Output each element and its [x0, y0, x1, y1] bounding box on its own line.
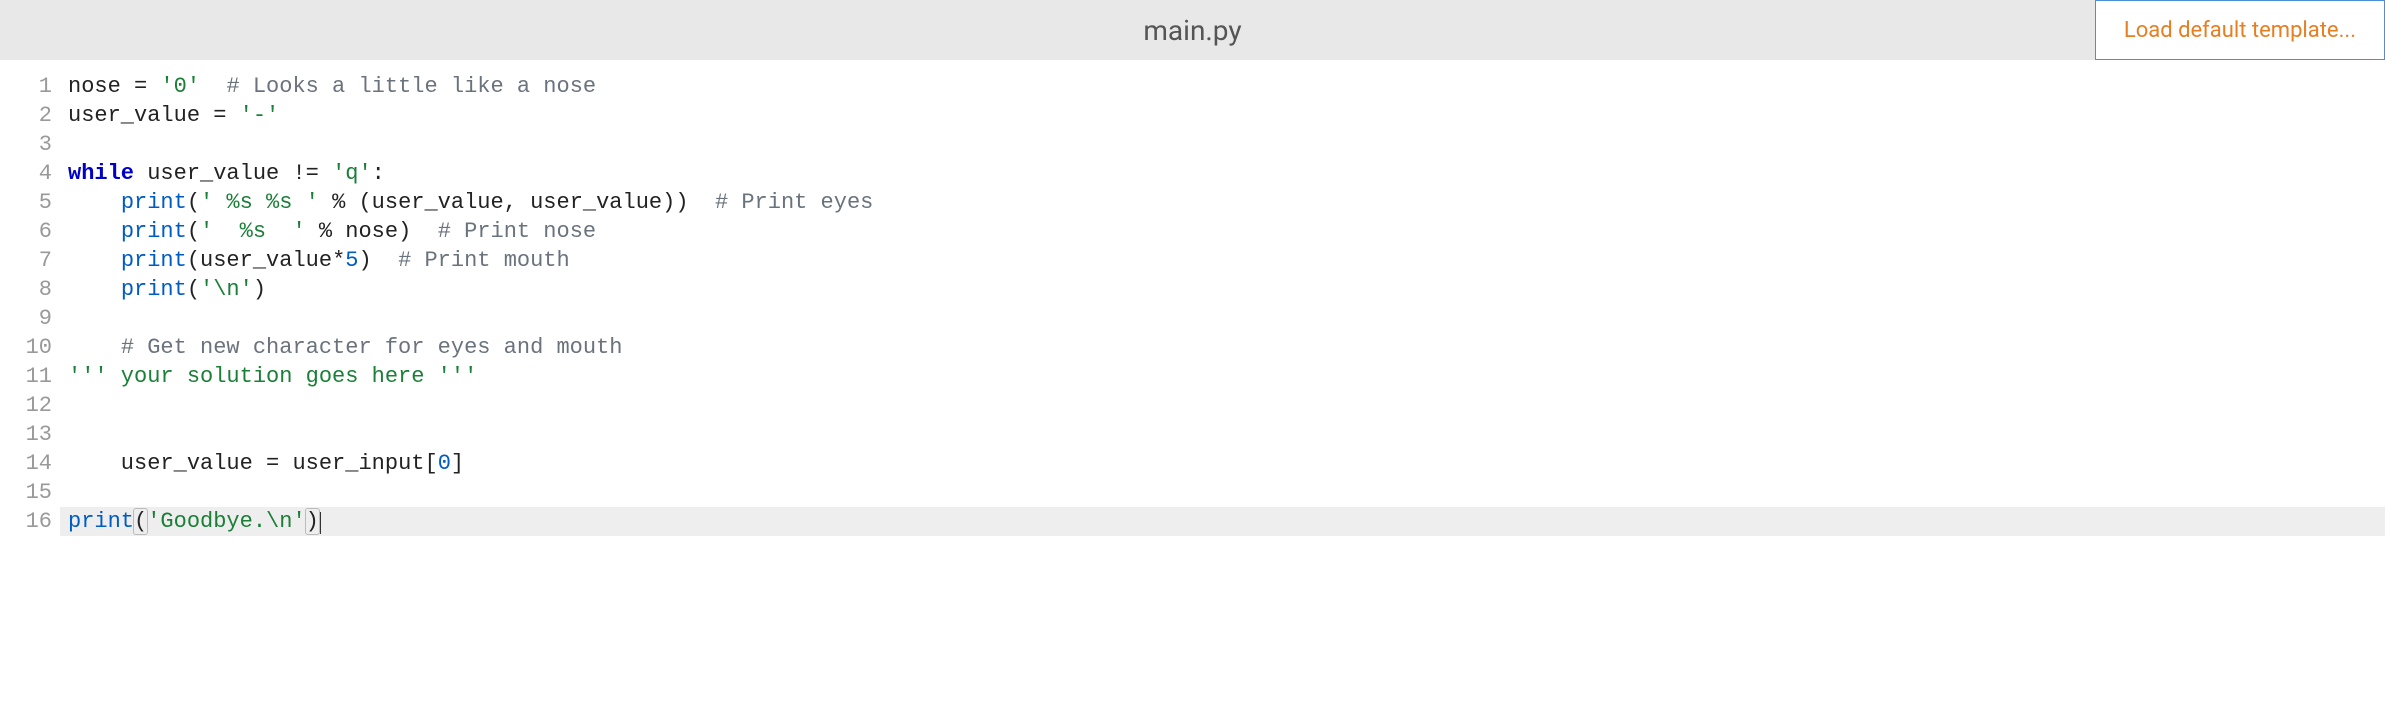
- line-number: 14: [0, 449, 52, 478]
- line-number: 10: [0, 333, 52, 362]
- line-number: 4: [0, 159, 52, 188]
- line-number: 8: [0, 275, 52, 304]
- line-number: 11: [0, 362, 52, 391]
- code-token: (user_value, user_value)): [345, 190, 715, 215]
- code-token: ): [358, 248, 398, 273]
- code-token: nose: [68, 74, 134, 99]
- line-number: 9: [0, 304, 52, 333]
- code-token: (: [187, 219, 200, 244]
- code-token: =: [134, 74, 160, 99]
- line-number: 15: [0, 478, 52, 507]
- code-token: ): [306, 509, 319, 534]
- code-token: nose): [332, 219, 438, 244]
- code-token: (: [134, 509, 147, 534]
- code-token: :: [372, 161, 385, 186]
- code-token: '\n': [200, 277, 253, 302]
- code-token: %: [332, 190, 345, 215]
- code-line[interactable]: [60, 130, 2385, 159]
- code-token: 'q': [332, 161, 372, 186]
- line-number: 1: [0, 72, 52, 101]
- line-number: 6: [0, 217, 52, 246]
- code-token: # Print eyes: [715, 190, 873, 215]
- code-token: # Looks a little like a nose: [226, 74, 596, 99]
- code-token: ): [253, 277, 266, 302]
- line-number: 16: [0, 507, 52, 536]
- line-number: 2: [0, 101, 52, 130]
- code-token: # Print nose: [438, 219, 596, 244]
- line-number: 5: [0, 188, 52, 217]
- code-token: 'Goodbye.\n': [147, 509, 305, 534]
- code-token: [68, 248, 121, 273]
- code-token: (user_value: [187, 248, 332, 273]
- line-number-gutter: 12345678910111213141516: [0, 72, 60, 536]
- code-line[interactable]: nose = '0' # Looks a little like a nose: [60, 72, 2385, 101]
- code-token: # Get new character for eyes and mouth: [121, 335, 623, 360]
- line-number: 13: [0, 420, 52, 449]
- code-token: [68, 190, 121, 215]
- code-line[interactable]: ''' your solution goes here ''': [60, 362, 2385, 391]
- editor-header: main.py Load default template...: [0, 0, 2385, 60]
- code-line[interactable]: [60, 391, 2385, 420]
- code-token: 5: [345, 248, 358, 273]
- load-default-template-button[interactable]: Load default template...: [2095, 0, 2385, 60]
- code-token: print: [121, 277, 187, 302]
- file-name-label: main.py: [1143, 14, 1241, 47]
- code-line[interactable]: [60, 420, 2385, 449]
- code-token: [68, 219, 121, 244]
- code-token: user_input[: [292, 451, 437, 476]
- code-token: ]: [451, 451, 464, 476]
- code-token: [68, 277, 121, 302]
- code-token: user_value: [68, 451, 266, 476]
- code-line[interactable]: print('\n'): [60, 275, 2385, 304]
- line-number: 12: [0, 391, 52, 420]
- code-token: (: [187, 277, 200, 302]
- line-number: 7: [0, 246, 52, 275]
- code-line[interactable]: user_value = '-': [60, 101, 2385, 130]
- code-token: !=: [292, 161, 332, 186]
- code-token: '0': [160, 74, 200, 99]
- code-token: %: [319, 219, 332, 244]
- code-line[interactable]: while user_value != 'q':: [60, 159, 2385, 188]
- code-line[interactable]: # Get new character for eyes and mouth: [60, 333, 2385, 362]
- code-token: ' %s %s ': [200, 190, 319, 215]
- code-token: *: [332, 248, 345, 273]
- code-line[interactable]: print(' %s %s ' % (user_value, user_valu…: [60, 188, 2385, 217]
- code-token: [200, 74, 226, 99]
- code-token: print: [68, 509, 134, 534]
- code-token: 0: [438, 451, 451, 476]
- code-line[interactable]: [60, 304, 2385, 333]
- code-token: =: [266, 451, 292, 476]
- line-number: 3: [0, 130, 52, 159]
- text-cursor: [320, 512, 322, 534]
- code-line[interactable]: user_value = user_input[0]: [60, 449, 2385, 478]
- code-token: print: [121, 219, 187, 244]
- code-area[interactable]: nose = '0' # Looks a little like a noseu…: [60, 72, 2385, 536]
- code-token: ' %s ': [200, 219, 306, 244]
- code-token: print: [121, 248, 187, 273]
- code-token: (: [187, 190, 200, 215]
- code-token: =: [213, 103, 239, 128]
- code-token: user_value: [134, 161, 292, 186]
- code-editor[interactable]: 12345678910111213141516 nose = '0' # Loo…: [0, 60, 2385, 536]
- code-token: [68, 335, 121, 360]
- code-token: [306, 219, 319, 244]
- code-token: [319, 190, 332, 215]
- code-token: # Print mouth: [398, 248, 570, 273]
- code-line[interactable]: print(' %s ' % nose) # Print nose: [60, 217, 2385, 246]
- code-line[interactable]: [60, 478, 2385, 507]
- code-token: ''' your solution goes here ''': [68, 364, 477, 389]
- code-token: user_value: [68, 103, 213, 128]
- code-token: print: [121, 190, 187, 215]
- code-token: '-': [240, 103, 280, 128]
- code-line[interactable]: print('Goodbye.\n'): [60, 507, 2385, 536]
- code-line[interactable]: print(user_value*5) # Print mouth: [60, 246, 2385, 275]
- code-token: while: [68, 161, 134, 186]
